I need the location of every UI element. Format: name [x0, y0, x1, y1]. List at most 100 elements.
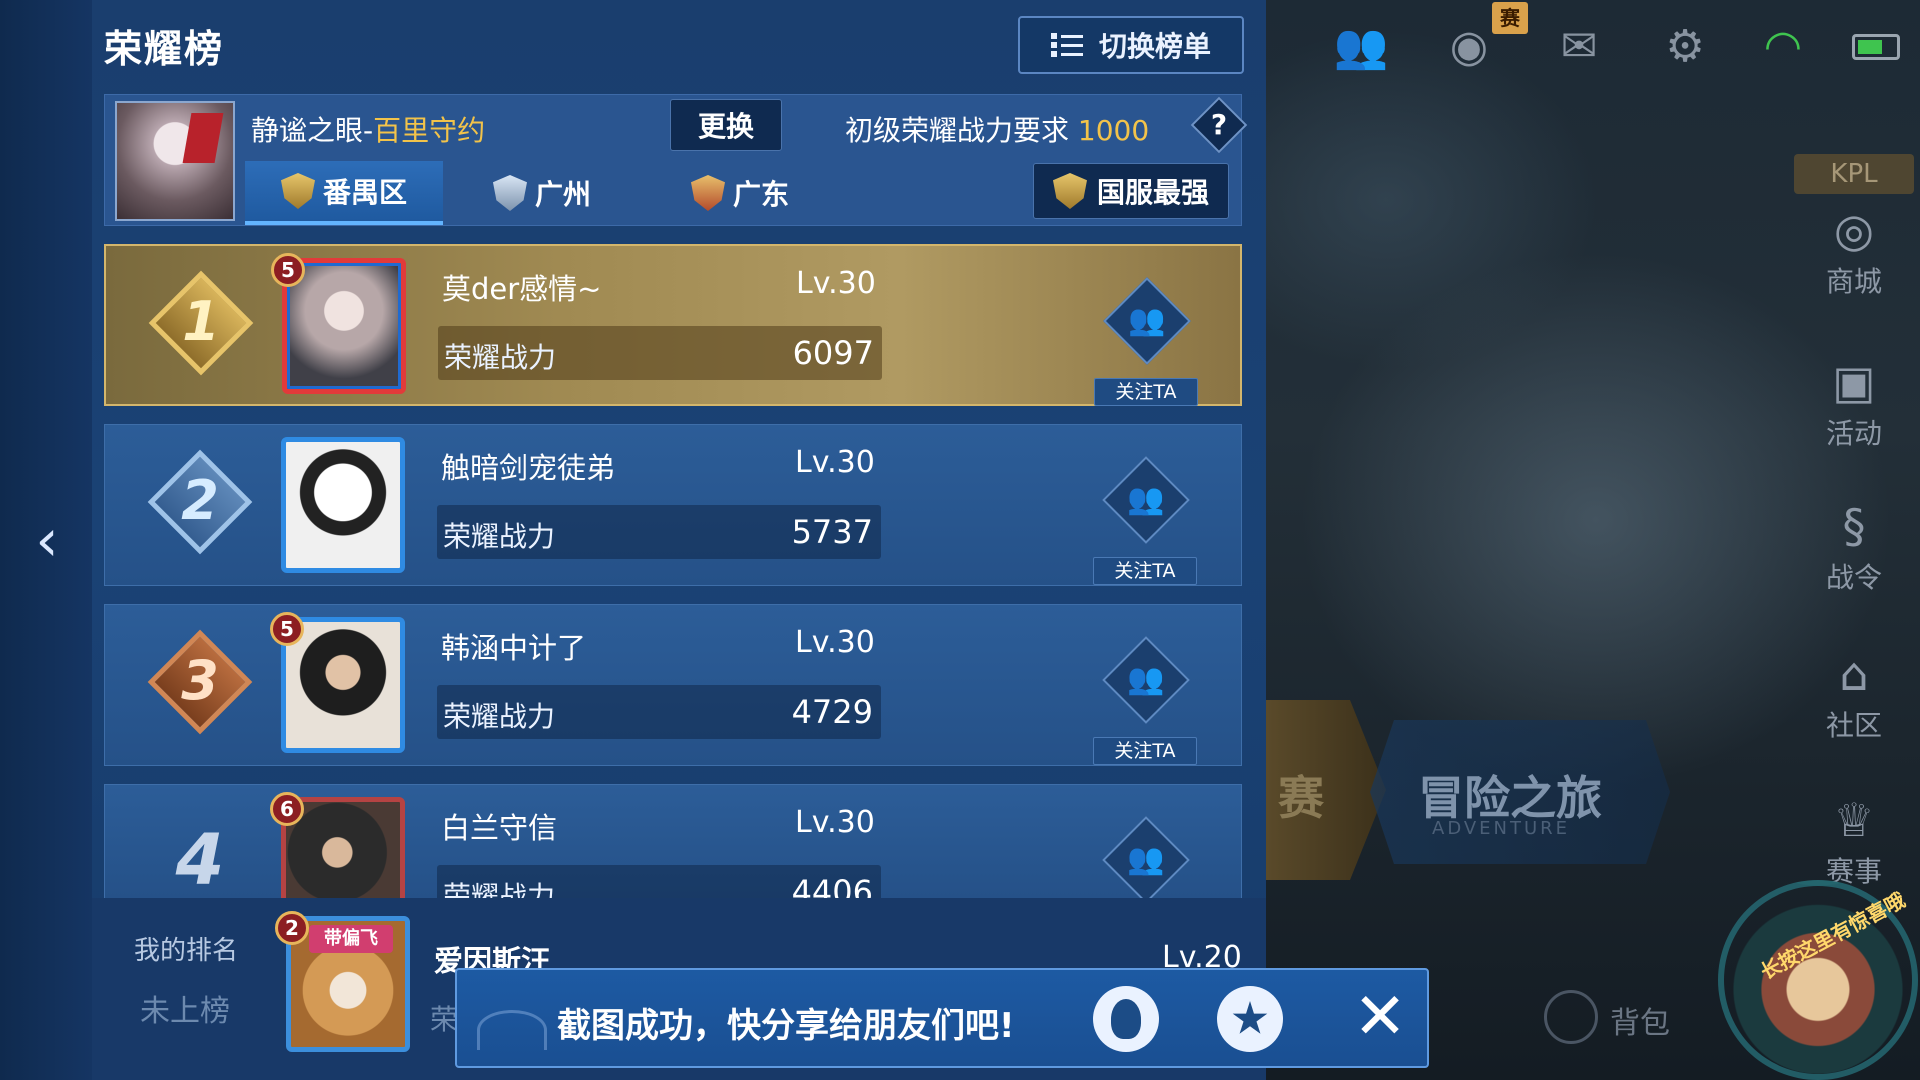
switch-ranking-button[interactable]: 切换榜单 [1018, 16, 1244, 74]
add-friend-icon: 👥 [1103, 277, 1191, 365]
follow-button[interactable]: 👥 [1101, 816, 1191, 898]
national-strongest-label: 国服最强 [1096, 176, 1209, 209]
settings-gear-icon[interactable]: ⚙ [1652, 14, 1718, 80]
page-title: 荣耀榜 [104, 27, 225, 71]
badge-level: 5 [270, 612, 304, 646]
backpack-label[interactable]: 背包 [1610, 998, 1670, 1042]
player-level: Lv.30 [795, 625, 875, 660]
player-name: 白兰守信 [441, 811, 558, 845]
rank-row-4[interactable]: 4 6 白兰守信 Lv.30 荣耀战力 4406 👥 [104, 784, 1242, 898]
national-strongest-button[interactable]: 国服最强 [1033, 163, 1229, 219]
match-tile-label: 赛 [1278, 771, 1324, 825]
rank-badge-bronze: 3 [145, 629, 255, 743]
power-bar: 荣耀战力 5737 [437, 505, 881, 559]
region-tabs: 番禺区 广州 广东 [245, 161, 839, 225]
share-qq-button[interactable] [1093, 986, 1159, 1052]
rank-badge-silver: 2 [145, 449, 255, 563]
power-requirement-label: 初级荣耀战力要求 [845, 114, 1078, 147]
player-name: 莫der感情~ [442, 272, 602, 306]
hero-name: 静谧之眼-百里守约 [251, 109, 485, 149]
tab-province-label: 广东 [732, 178, 789, 211]
player-avatar[interactable]: 5 [271, 253, 406, 394]
tab-city[interactable]: 广州 [443, 161, 641, 225]
tab-province[interactable]: 广东 [641, 161, 839, 225]
hero-character-name: 百里守约 [373, 114, 486, 147]
power-value: 6097 [792, 334, 874, 372]
rank-badge-gold: 1 [146, 270, 256, 384]
friends-icon[interactable]: 👥 [1328, 14, 1394, 80]
follow-button[interactable]: 👥 关注TA [1093, 636, 1197, 765]
battery-icon [1852, 34, 1900, 60]
my-avatar[interactable]: 2 带偏飞 [275, 911, 410, 1052]
close-icon[interactable]: ✕ [1347, 984, 1413, 1050]
badge-level: 5 [271, 253, 305, 287]
rank-row-1[interactable]: 1 5 莫der感情~ Lv.30 荣耀战力 6097 👥 关注TA [104, 244, 1242, 406]
hero-portrait[interactable] [115, 101, 235, 221]
kpl-label[interactable]: KPL [1794, 154, 1914, 194]
mail-icon[interactable]: ✉ [1546, 14, 1612, 80]
add-friend-icon: 👥 [1102, 636, 1190, 724]
player-avatar[interactable] [281, 437, 405, 573]
side-menu-community[interactable]: ⌂ 社区 [1794, 644, 1914, 744]
left-strip: ‹ [0, 0, 92, 1080]
rank-number: 2 [181, 469, 219, 532]
tab-city-label: 广州 [534, 178, 591, 211]
back-arrow-icon[interactable]: ‹ [22, 510, 72, 570]
side-menu-battlepass[interactable]: § 战令 [1794, 496, 1914, 596]
shop-icon: ◎ [1833, 203, 1875, 257]
hero-skin-name: 静谧之眼- [251, 114, 374, 147]
player-name: 韩涵中计了 [441, 631, 587, 665]
qq-icon [1111, 999, 1141, 1039]
side-menu-community-label: 社区 [1825, 709, 1882, 742]
side-menu-tournament[interactable]: ♕ 赛事 [1794, 790, 1914, 890]
follow-button[interactable]: 👥 关注TA [1093, 456, 1197, 585]
power-value: 5737 [791, 513, 873, 551]
power-bar: 荣耀战力 6097 [438, 326, 882, 380]
power-label: 荣耀战力 [443, 700, 556, 733]
change-hero-button[interactable]: 更换 [670, 99, 782, 151]
power-value: 4406 [791, 873, 873, 898]
rank-number: 4 [175, 819, 225, 898]
power-label: 荣耀战力 [444, 341, 557, 374]
tab-district[interactable]: 番禺区 [245, 161, 443, 225]
my-rank-label: 我的排名 [134, 936, 239, 966]
side-menu-events-label: 活动 [1825, 417, 1882, 450]
honor-ranking-panel: 荣耀榜 切换榜单 静谧之眼-百里守约 更换 初级荣耀战力要求 1000 ? 番禺… [92, 0, 1266, 1080]
dragon-icon: § [1842, 499, 1866, 553]
district-shield-icon [280, 173, 315, 209]
add-friend-icon: 👥 [1102, 456, 1190, 544]
power-label: 荣耀战力 [443, 880, 556, 898]
community-icon: ⌂ [1839, 647, 1869, 701]
power-bar: 荣耀战力 4729 [437, 685, 881, 739]
province-shield-icon [690, 175, 725, 211]
swirl-decoration [477, 1010, 547, 1050]
tab-district-label: 番禺区 [322, 176, 407, 209]
backpack-icon[interactable] [1544, 990, 1598, 1044]
my-power-label: 荣 [430, 1003, 459, 1036]
side-menu-shop-label: 商城 [1825, 265, 1882, 298]
player-avatar[interactable]: 5 [270, 612, 405, 753]
hero-card: 静谧之眼-百里守约 更换 初级荣耀战力要求 1000 ? 番禺区 广州 广东 国… [104, 94, 1248, 226]
player-avatar[interactable]: 6 [270, 792, 405, 898]
rank-badge-plain: 4 [145, 813, 255, 898]
help-button[interactable]: ? [1190, 96, 1248, 154]
follow-button[interactable]: 👥 关注TA [1094, 277, 1198, 406]
rank-row-2[interactable]: 2 触暗剑宠徒弟 Lv.30 荣耀战力 5737 👥 关注TA [104, 424, 1242, 586]
qzone-star-icon [1232, 1001, 1268, 1034]
follow-label: 关注TA [1094, 378, 1198, 406]
follow-label: 关注TA [1093, 557, 1197, 585]
rank-row-3[interactable]: 3 5 韩涵中计了 Lv.30 荣耀战力 4729 👥 关注TA [104, 604, 1242, 766]
side-menu-shop[interactable]: ◎ 商城 [1794, 200, 1914, 300]
city-shield-icon [492, 175, 527, 211]
adventure-subtitle: ADVENTURE [1432, 818, 1571, 839]
player-name: 触暗剑宠徒弟 [441, 451, 616, 485]
rank-number: 1 [182, 290, 220, 353]
rank-number: 3 [181, 649, 219, 712]
wifi-icon: ◠ [1763, 21, 1803, 72]
badge-level: 2 [275, 911, 309, 945]
side-menu-events[interactable]: ▣ 活动 [1794, 352, 1914, 452]
screenshot-share-toast: 截图成功，快分享给朋友们吧! ✕ [455, 968, 1429, 1068]
power-label: 荣耀战力 [443, 520, 556, 553]
power-requirement-value: 1000 [1077, 114, 1150, 147]
share-qzone-button[interactable] [1217, 986, 1283, 1052]
